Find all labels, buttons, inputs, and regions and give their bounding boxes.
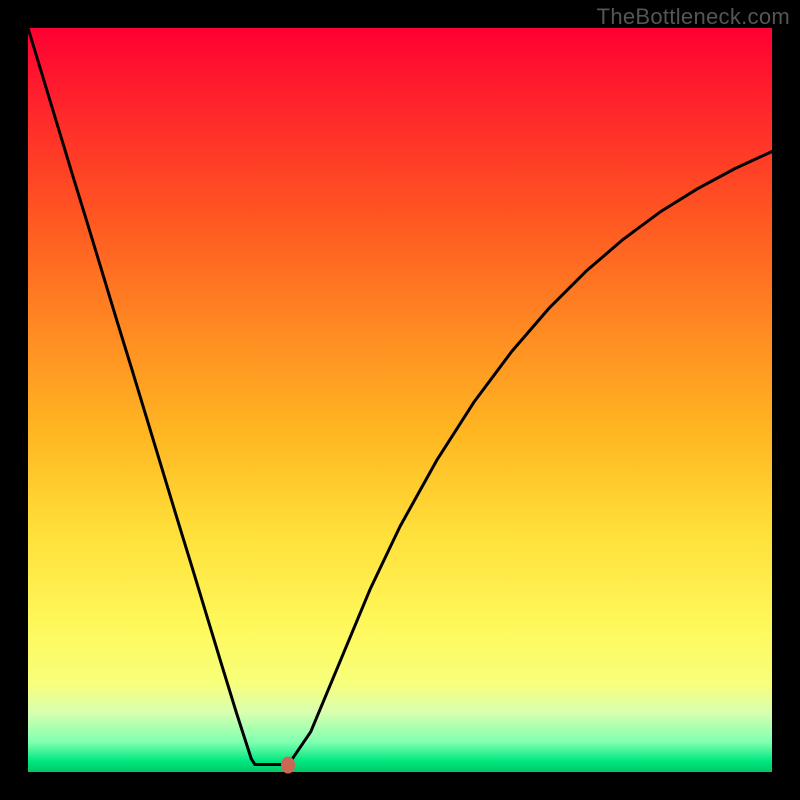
chart-frame: TheBottleneck.com — [0, 0, 800, 800]
bottleneck-curve — [28, 28, 772, 772]
watermark-text: TheBottleneck.com — [597, 4, 790, 30]
optimum-marker — [281, 756, 295, 773]
plot-area — [28, 28, 772, 772]
